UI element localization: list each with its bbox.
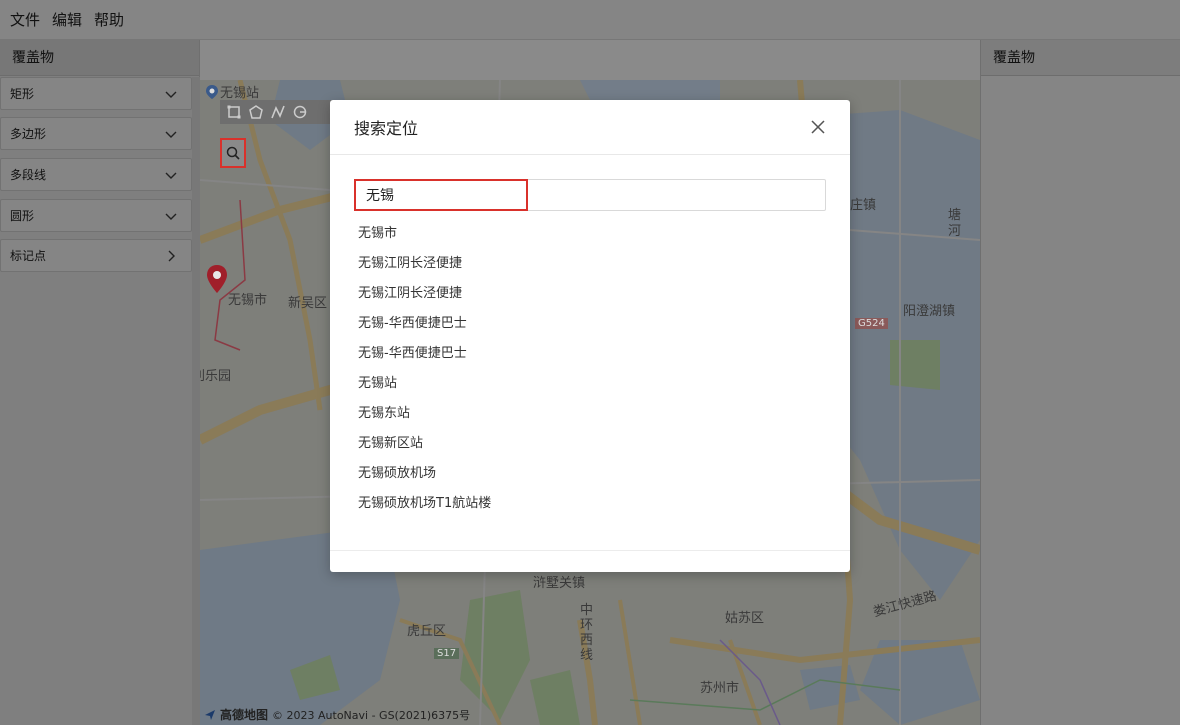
map-label-suzhou: 苏州市 (700, 681, 740, 696)
accordion-polygon[interactable]: 多边形 (0, 117, 192, 150)
right-panel-title: 覆盖物 (981, 40, 1180, 76)
map-label-zhonghuan: 中环西线 (580, 603, 594, 663)
search-result-item[interactable]: 无锡硕放机场 (358, 459, 491, 489)
accordion-label: 多段线 (10, 168, 47, 182)
draw-polyline-icon[interactable] (270, 104, 286, 120)
search-result-item[interactable]: 无锡-华西便捷巴士 (358, 309, 491, 339)
search-input[interactable] (354, 179, 528, 211)
amap-brand: 高德地图 (220, 708, 269, 722)
map-label-xinwu: 新吴区 (288, 296, 328, 311)
search-result-item[interactable]: 无锡硕放机场T1航站楼 (358, 489, 491, 519)
accordion-rectangle[interactable]: 矩形 (0, 77, 192, 110)
chevron-down-icon (165, 172, 177, 179)
map-label-jishuguan: 浒墅关镇 (533, 576, 586, 591)
close-button[interactable] (806, 115, 830, 139)
draw-toolbar (220, 100, 338, 124)
search-result-item[interactable]: 无锡江阴长泾便捷 (358, 279, 491, 309)
right-panel: 覆盖物 (980, 40, 1180, 725)
map-label-zhen: 庄镇 (850, 198, 877, 213)
amap-logo-icon (205, 709, 215, 720)
menu-help[interactable]: 帮助 (94, 9, 124, 30)
chevron-down-icon (165, 131, 177, 138)
map-attribution: 高德地图 © 2023 AutoNavi - GS(2021)6375号 (204, 706, 470, 723)
map-label-gusu: 姑苏区 (725, 611, 765, 626)
map-label-lile: 利乐园 (200, 369, 232, 384)
modal-title: 搜索定位 (354, 119, 419, 138)
left-panel: 覆盖物 矩形 多边形 多段线 圆形 标记点 (0, 40, 200, 725)
map-label-tanghe: 塘河 (948, 208, 962, 239)
menu-edit[interactable]: 编辑 (52, 9, 82, 30)
chevron-right-icon (168, 250, 175, 261)
search-location-modal: 搜索定位 无锡市 无锡江阴长泾便捷 无锡江阴长泾便捷 无锡-华西便捷巴士 无锡-… (330, 100, 850, 572)
modal-footer (330, 550, 850, 572)
left-panel-title: 覆盖物 (0, 40, 199, 76)
modal-header: 搜索定位 (330, 100, 850, 155)
map-search-button[interactable] (220, 138, 246, 168)
search-result-item[interactable]: 无锡站 (358, 369, 491, 399)
draw-polygon-icon[interactable] (248, 104, 264, 120)
attribution-text: © 2023 AutoNavi - GS(2021)6375号 (272, 708, 471, 722)
map-marker-icon[interactable] (206, 264, 228, 294)
menu-file[interactable]: 文件 (10, 9, 40, 30)
search-icon (226, 146, 240, 160)
search-result-item[interactable]: 无锡江阴长泾便捷 (358, 249, 491, 279)
accordion-polyline[interactable]: 多段线 (0, 158, 192, 191)
accordion-circle[interactable]: 圆形 (0, 199, 192, 232)
station-pin-icon (206, 85, 218, 99)
map-top-strip (200, 40, 980, 80)
search-results-list: 无锡市 无锡江阴长泾便捷 无锡江阴长泾便捷 无锡-华西便捷巴士 无锡-华西便捷巴… (358, 219, 491, 519)
accordion-marker[interactable]: 标记点 (0, 239, 192, 272)
map-label-g524: G524 (855, 318, 888, 329)
map-label-s17: S17 (434, 648, 460, 659)
map-label-city: 无锡市 (228, 293, 268, 308)
search-result-item[interactable]: 无锡新区站 (358, 429, 491, 459)
accordion-label: 多边形 (10, 127, 47, 141)
left-panel-scrollbar[interactable] (192, 77, 200, 725)
chevron-down-icon (165, 213, 177, 220)
close-icon (811, 120, 825, 134)
accordion-label: 矩形 (10, 87, 35, 101)
search-result-item[interactable]: 无锡东站 (358, 399, 491, 429)
menu-bar: 文件 编辑 帮助 (0, 0, 1180, 40)
map-label-station: 无锡站 (220, 86, 260, 101)
search-result-item[interactable]: 无锡市 (358, 219, 491, 249)
accordion-label: 标记点 (10, 249, 47, 263)
chevron-down-icon (165, 91, 177, 98)
map-label-yangcheng: 阳澄湖镇 (903, 304, 956, 319)
search-result-item[interactable]: 无锡-华西便捷巴士 (358, 339, 491, 369)
draw-circle-icon[interactable] (292, 104, 308, 120)
accordion-label: 圆形 (10, 209, 35, 223)
map-label-huqiu: 虎丘区 (407, 624, 447, 639)
draw-rectangle-icon[interactable] (226, 104, 242, 120)
